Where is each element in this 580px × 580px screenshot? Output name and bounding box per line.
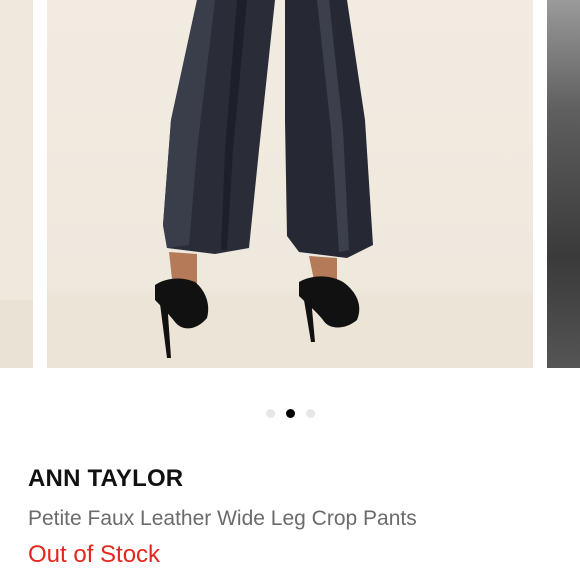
carousel-dot-2-active[interactable] xyxy=(285,408,295,418)
product-brand[interactable]: ANN TAYLOR xyxy=(28,465,183,493)
product-title: Petite Faux Leather Wide Leg Crop Pants xyxy=(28,507,417,530)
carousel-slide-previous[interactable] xyxy=(0,0,33,368)
carousel-slide-next[interactable] xyxy=(547,0,580,368)
carousel-dot-3[interactable] xyxy=(305,408,315,418)
product-page: ANN TAYLOR Petite Faux Leather Wide Leg … xyxy=(0,0,580,580)
carousel-pagination xyxy=(0,407,580,419)
previous-product-photo xyxy=(0,0,33,368)
carousel-dot-1[interactable] xyxy=(265,408,275,418)
carousel-slide-current[interactable] xyxy=(47,0,533,368)
availability-status: Out of Stock xyxy=(28,541,161,568)
product-image-carousel[interactable] xyxy=(0,0,580,368)
product-photo xyxy=(47,0,533,368)
